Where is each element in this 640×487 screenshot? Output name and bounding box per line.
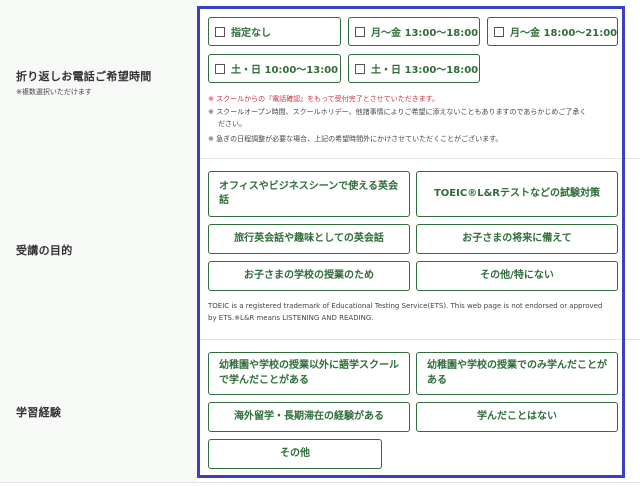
callback-label-column: 折り返しお電話ご希望時間 ※複数選択いただけます bbox=[0, 0, 197, 158]
callback-time-sublabel: ※複数選択いただけます bbox=[16, 88, 92, 96]
callback-time-label: 折り返しお電話ご希望時間 bbox=[16, 70, 152, 83]
highlight-frame bbox=[197, 6, 625, 478]
purpose-label: 受講の目的 bbox=[16, 244, 73, 257]
experience-label-column: 学習経験 bbox=[0, 339, 197, 482]
purpose-label-column: 受講の目的 bbox=[0, 158, 197, 339]
experience-label: 学習経験 bbox=[16, 406, 62, 419]
